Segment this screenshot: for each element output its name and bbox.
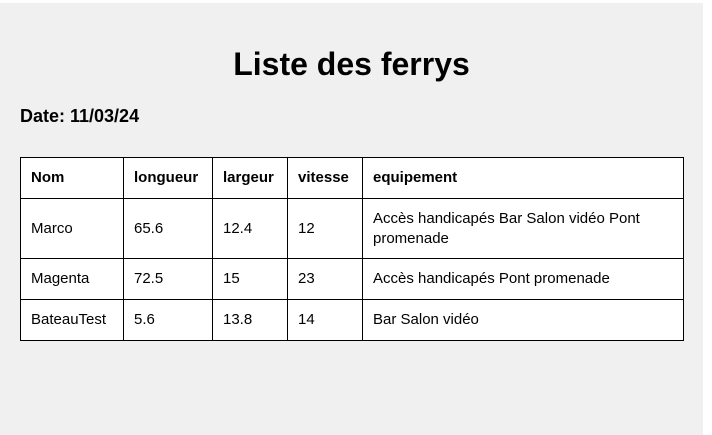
cell-nom: BateauTest bbox=[20, 299, 124, 341]
cell-longueur: 65.6 bbox=[123, 198, 213, 259]
table-header-row: Nom longueur largeur vitesse equipement bbox=[20, 157, 684, 199]
table-row: BateauTest 5.6 13.8 14 Bar Salon vidéo bbox=[20, 299, 684, 341]
document-page: Liste des ferrys Date: 11/03/24 Nom long… bbox=[0, 3, 703, 435]
cell-largeur: 13.8 bbox=[212, 299, 288, 341]
table-row: Magenta 72.5 15 23 Accès handicapés Pont… bbox=[20, 258, 684, 300]
cell-longueur: 5.6 bbox=[123, 299, 213, 341]
header-longueur: longueur bbox=[123, 157, 213, 199]
cell-equipement: Accès handicapés Pont promenade bbox=[362, 258, 684, 300]
cell-nom: Magenta bbox=[20, 258, 124, 300]
cell-vitesse: 23 bbox=[287, 258, 363, 300]
cell-largeur: 15 bbox=[212, 258, 288, 300]
header-equipement: equipement bbox=[362, 157, 684, 199]
date-label: Date: 11/03/24 bbox=[20, 106, 140, 126]
header-largeur: largeur bbox=[212, 157, 288, 199]
ferries-table: Nom longueur largeur vitesse equipement … bbox=[20, 157, 684, 341]
cell-longueur: 72.5 bbox=[123, 258, 213, 300]
header-vitesse: vitesse bbox=[287, 157, 363, 199]
cell-nom: Marco bbox=[20, 198, 124, 259]
cell-largeur: 12.4 bbox=[212, 198, 288, 259]
page-title: Liste des ferrys bbox=[233, 46, 470, 82]
cell-vitesse: 14 bbox=[287, 299, 363, 341]
cell-vitesse: 12 bbox=[287, 198, 363, 259]
header-nom: Nom bbox=[20, 157, 124, 199]
cell-equipement: Accès handicapés Bar Salon vidéo Pont pr… bbox=[362, 198, 684, 259]
cell-equipement: Bar Salon vidéo bbox=[362, 299, 684, 341]
table-row: Marco 65.6 12.4 12 Accès handicapés Bar … bbox=[20, 198, 684, 259]
